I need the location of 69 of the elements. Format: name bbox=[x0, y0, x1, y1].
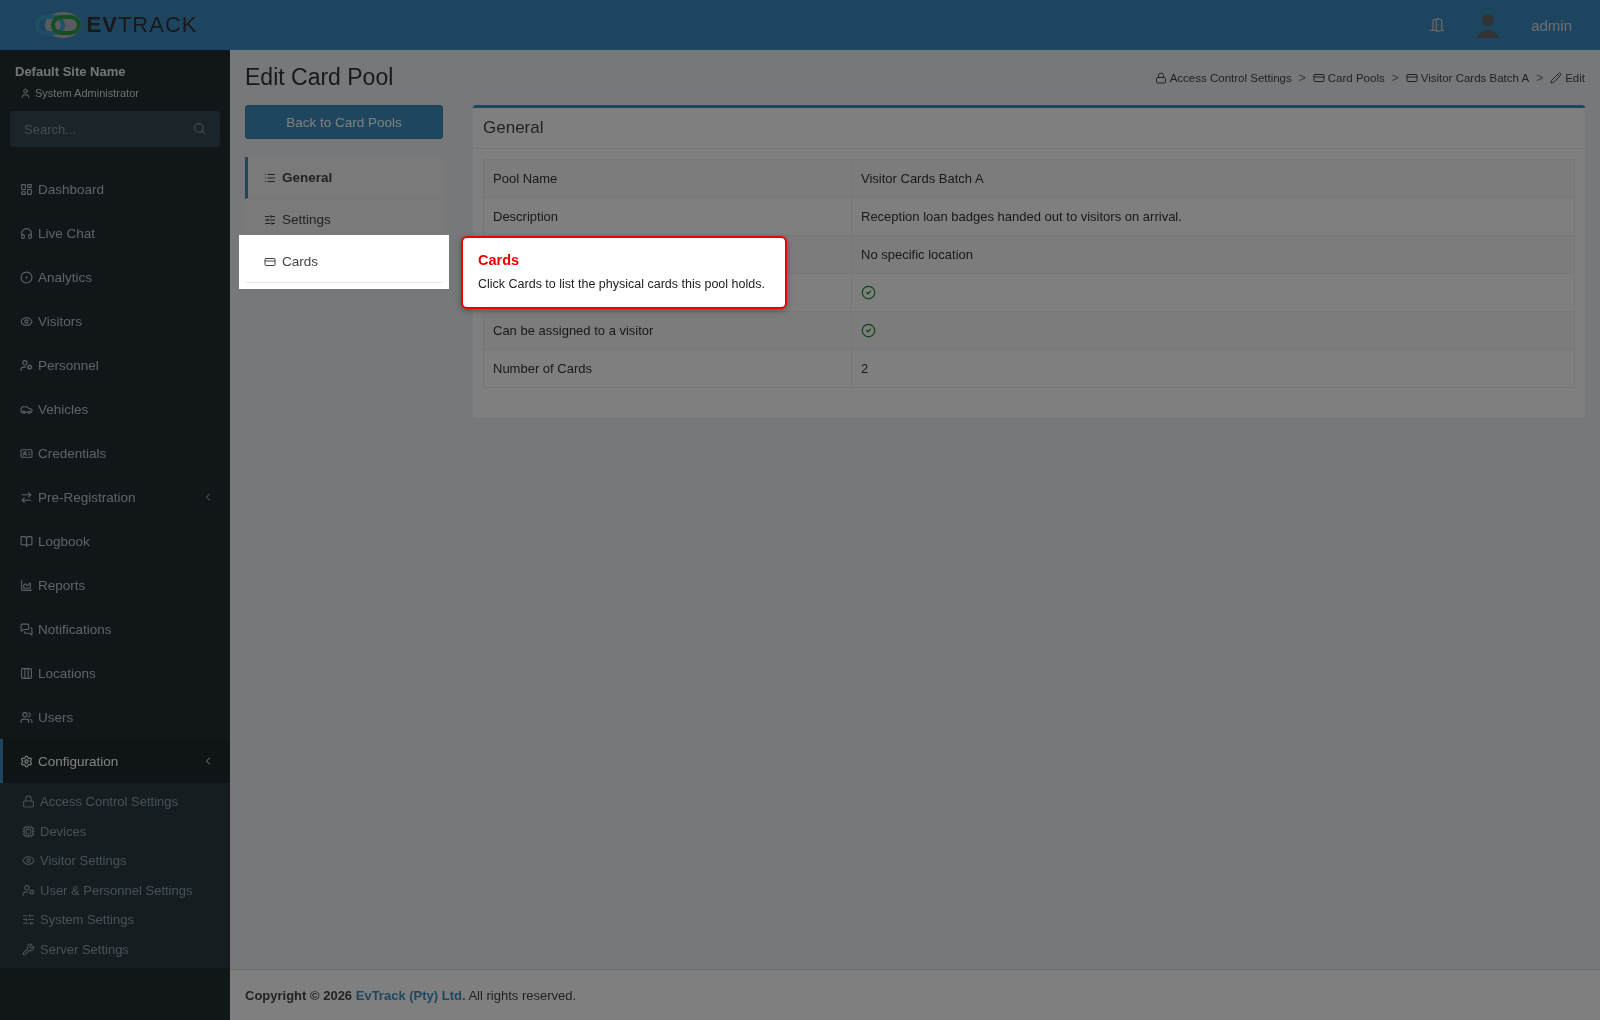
table-cell-text: Visitor Cards Batch A bbox=[860, 170, 985, 188]
nav-item[interactable]: Live Chat bbox=[0, 211, 230, 255]
nav-item[interactable]: Analytics bbox=[0, 255, 230, 299]
nav-item[interactable]: Visitors bbox=[0, 299, 230, 343]
list-icon bbox=[264, 171, 276, 184]
breadcrumb-separator: > bbox=[1298, 70, 1306, 85]
logo-icon bbox=[32, 10, 83, 40]
pencil-icon bbox=[1550, 71, 1563, 84]
chart-icon bbox=[20, 578, 33, 592]
chat-icon bbox=[20, 622, 33, 636]
headset-icon bbox=[20, 226, 33, 240]
breadcrumb-separator: > bbox=[1536, 70, 1544, 85]
search-icon bbox=[193, 122, 206, 135]
sliders-icon bbox=[22, 913, 35, 927]
user-gear-icon bbox=[22, 883, 35, 897]
nav-item[interactable]: Personnel bbox=[0, 343, 230, 387]
table-cell-text: Reception loan badges handed out to visitors on arrival. bbox=[860, 208, 1183, 226]
nav-item[interactable]: Dashboard bbox=[0, 167, 230, 211]
check-icon bbox=[861, 323, 876, 338]
nav-item[interactable]: Users bbox=[0, 695, 230, 739]
nav-item[interactable]: Credentials bbox=[0, 431, 230, 475]
back-button[interactable]: Back to Card Pools bbox=[245, 105, 443, 139]
user-gear-icon bbox=[20, 358, 33, 372]
page-title: Edit Card Pool bbox=[245, 64, 394, 91]
nav-item[interactable]: Vehicles bbox=[0, 387, 230, 431]
brand-name: EVTRACK bbox=[86, 12, 198, 38]
tooltip-text: Click Cards to list the physical cards this pool holds. bbox=[478, 277, 766, 291]
card-icon bbox=[1312, 71, 1325, 84]
table-cell: Number of Cards bbox=[484, 350, 852, 387]
eye-icon bbox=[22, 854, 35, 868]
nav-item[interactable]: Pre-Registration bbox=[0, 475, 230, 519]
breadcrumb-link[interactable]: Visitor Cards Batch A bbox=[1405, 71, 1530, 84]
user-role: System Administrator bbox=[35, 87, 139, 99]
wrench-icon bbox=[22, 942, 35, 956]
breadcrumb-link[interactable]: Access Control Settings bbox=[1154, 71, 1292, 84]
nav-item[interactable]: Notifications bbox=[0, 607, 230, 651]
site-name: Default Site Name bbox=[14, 64, 127, 79]
breadcrumb-link[interactable]: Edit bbox=[1550, 71, 1585, 84]
id-card-icon bbox=[20, 446, 33, 460]
table-cell-text: No specific location bbox=[860, 246, 974, 264]
tab[interactable]: General bbox=[245, 157, 443, 199]
card-icon bbox=[264, 255, 276, 268]
company-link[interactable]: EvTrack (Pty) Ltd. bbox=[355, 987, 466, 1003]
copyright-text: Copyright © 2026 EvTrack (Pty) Ltd. All rights reserved. bbox=[245, 987, 577, 1003]
door-icon[interactable] bbox=[1429, 17, 1446, 33]
sliders-icon bbox=[264, 213, 276, 226]
columns-icon bbox=[20, 666, 33, 680]
breadcrumb-link[interactable]: Card Pools bbox=[1312, 71, 1385, 84]
user-icon bbox=[20, 87, 31, 99]
book-icon bbox=[20, 534, 33, 548]
nav-item[interactable]: Reports bbox=[0, 563, 230, 607]
nav-item[interactable]: Locations bbox=[0, 651, 230, 695]
card-icon bbox=[1405, 71, 1418, 84]
gear-icon bbox=[20, 754, 33, 768]
eye-icon bbox=[20, 314, 33, 328]
user-name[interactable]: admin bbox=[1531, 16, 1572, 34]
chip-icon bbox=[22, 824, 35, 838]
avatar-icon[interactable] bbox=[1475, 12, 1502, 38]
users-icon bbox=[20, 710, 33, 724]
check-icon bbox=[861, 285, 876, 300]
table-cell-text: 2 bbox=[860, 360, 870, 378]
target-icon bbox=[20, 270, 33, 284]
nav-item[interactable]: Logbook bbox=[0, 519, 230, 563]
panel-title: General bbox=[473, 108, 1585, 149]
breadcrumb-separator: > bbox=[1391, 70, 1399, 85]
tooltip-title: Cards bbox=[478, 252, 521, 268]
lock-icon bbox=[1154, 71, 1167, 84]
arrows-icon bbox=[20, 490, 33, 504]
lock-icon bbox=[22, 795, 35, 809]
